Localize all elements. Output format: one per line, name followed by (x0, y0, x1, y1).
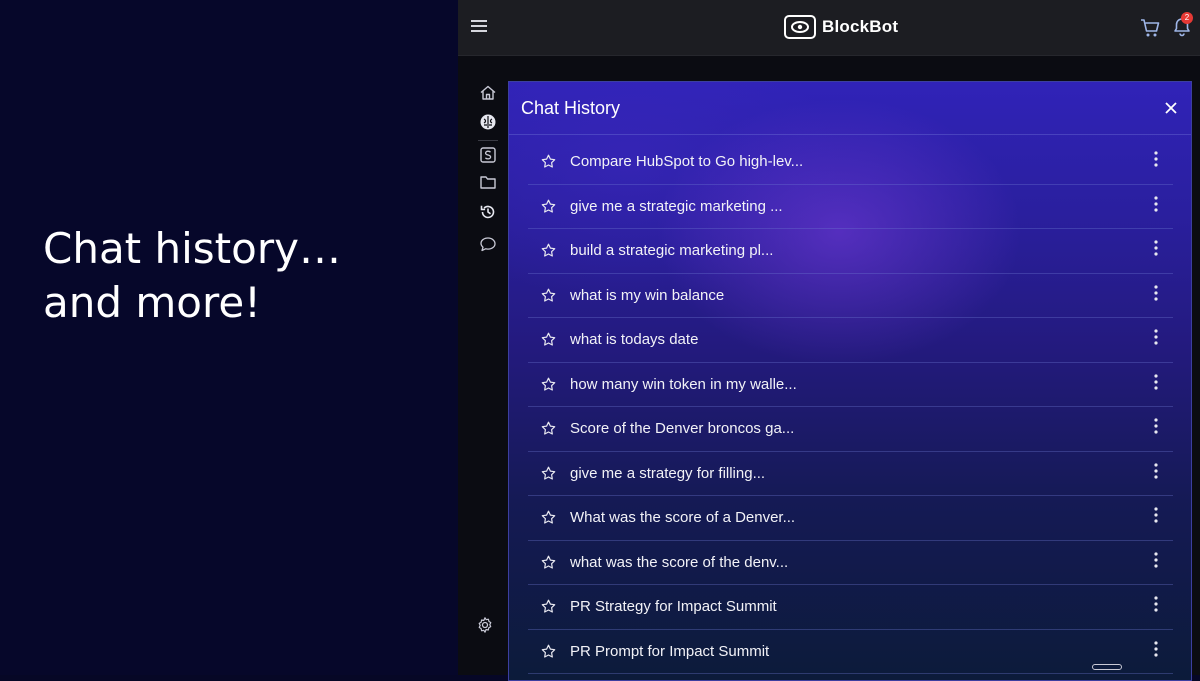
panel-title: Chat History (521, 98, 621, 118)
promo-panel: Chat history… and more! (0, 0, 458, 675)
chat-history-item-label: what is my win balance (570, 286, 725, 304)
star-icon[interactable] (541, 421, 556, 436)
more-options-icon[interactable] (1150, 373, 1162, 391)
top-bar: BlockBot (458, 0, 1200, 56)
notification-badge: 2 (1181, 12, 1193, 24)
folder-icon[interactable] (479, 173, 497, 191)
brain-icon[interactable] (479, 113, 497, 131)
chat-history-item[interactable]: how many win token in my walle... (528, 363, 1173, 407)
chat-history-item-label: PR Strategy for Impact Summit (570, 598, 777, 615)
close-icon[interactable] (1163, 100, 1179, 116)
chat-bubble-icon[interactable] (479, 235, 497, 253)
star-icon[interactable] (541, 154, 556, 169)
star-icon[interactable] (541, 644, 556, 659)
cart-icon[interactable] (1139, 17, 1161, 39)
more-options-icon[interactable] (1150, 595, 1162, 613)
star-icon[interactable] (541, 599, 556, 614)
star-icon[interactable] (541, 510, 556, 525)
chat-history-item[interactable]: PR Prompt for Impact Summit (528, 630, 1173, 674)
chat-history-panel: Chat History Compare HubSpot to Go high-… (508, 81, 1192, 681)
sidebar-divider (478, 140, 498, 141)
promo-line-1: Chat history… (43, 224, 341, 273)
sidebar (458, 56, 508, 675)
more-options-icon[interactable] (1150, 640, 1162, 658)
panel-header: Chat History (509, 82, 1191, 135)
chat-history-item-label: what was the score of the denv... (570, 553, 789, 571)
s-square-icon[interactable] (479, 146, 497, 164)
more-options-icon[interactable] (1150, 195, 1162, 213)
chat-history-item-label: build a strategic marketing pl... (570, 242, 774, 259)
settings-gear-icon[interactable] (476, 616, 494, 634)
chat-history-list: Compare HubSpot to Go high-lev... give me… (528, 140, 1173, 674)
chat-history-item-label: what is todays date (570, 331, 699, 348)
hamburger-menu-icon[interactable] (468, 15, 490, 37)
star-icon[interactable] (541, 332, 556, 347)
chat-history-item[interactable]: give me a strategy for filling... (528, 452, 1173, 496)
history-icon[interactable] (479, 203, 497, 221)
more-options-icon[interactable] (1150, 462, 1162, 480)
scroll-handle[interactable] (1092, 664, 1122, 670)
chat-history-item[interactable]: Compare HubSpot to Go high-lev... (528, 140, 1173, 185)
more-options-icon[interactable] (1150, 284, 1162, 302)
chat-history-item-label: give me a strategy for filling... (570, 464, 766, 482)
chat-history-item-label: Compare HubSpot to Go high-lev... (570, 153, 804, 170)
promo-caption: Chat history… and more! (43, 222, 341, 330)
home-icon[interactable] (479, 84, 497, 102)
star-icon[interactable] (541, 199, 556, 214)
chat-history-item[interactable]: what is my win balance (528, 274, 1173, 318)
more-options-icon[interactable] (1150, 506, 1162, 524)
star-icon[interactable] (541, 377, 556, 392)
chat-history-item[interactable]: build a strategic marketing pl... (528, 229, 1173, 274)
brand[interactable]: BlockBot (784, 13, 898, 41)
chat-history-item[interactable]: give me a strategic marketing ... (528, 185, 1173, 229)
star-icon[interactable] (541, 288, 556, 303)
chat-history-item-label: how many win token in my walle... (570, 375, 797, 393)
chat-history-item-label: give me a strategic marketing ... (570, 197, 783, 215)
blockbot-logo-icon (784, 15, 816, 39)
more-options-icon[interactable] (1150, 551, 1162, 569)
chat-history-item[interactable]: What was the score of a Denver... (528, 496, 1173, 541)
chat-history-item[interactable]: what is todays date (528, 318, 1173, 363)
star-icon[interactable] (541, 555, 556, 570)
chat-history-item-label: Score of the Denver broncos ga... (570, 420, 795, 437)
star-icon[interactable] (541, 466, 556, 481)
star-icon[interactable] (541, 243, 556, 258)
more-options-icon[interactable] (1150, 417, 1162, 435)
brand-name: BlockBot (822, 17, 899, 36)
more-options-icon[interactable] (1150, 328, 1162, 346)
chat-history-item[interactable]: what was the score of the denv... (528, 541, 1173, 585)
chat-history-item[interactable]: PR Strategy for Impact Summit (528, 585, 1173, 630)
chat-history-item-label: PR Prompt for Impact Summit (570, 642, 770, 660)
chat-history-item-label: What was the score of a Denver... (570, 509, 796, 526)
promo-line-2: and more! (43, 278, 261, 327)
more-options-icon[interactable] (1150, 150, 1162, 168)
chat-history-item[interactable]: Score of the Denver broncos ga... (528, 407, 1173, 452)
more-options-icon[interactable] (1150, 239, 1162, 257)
